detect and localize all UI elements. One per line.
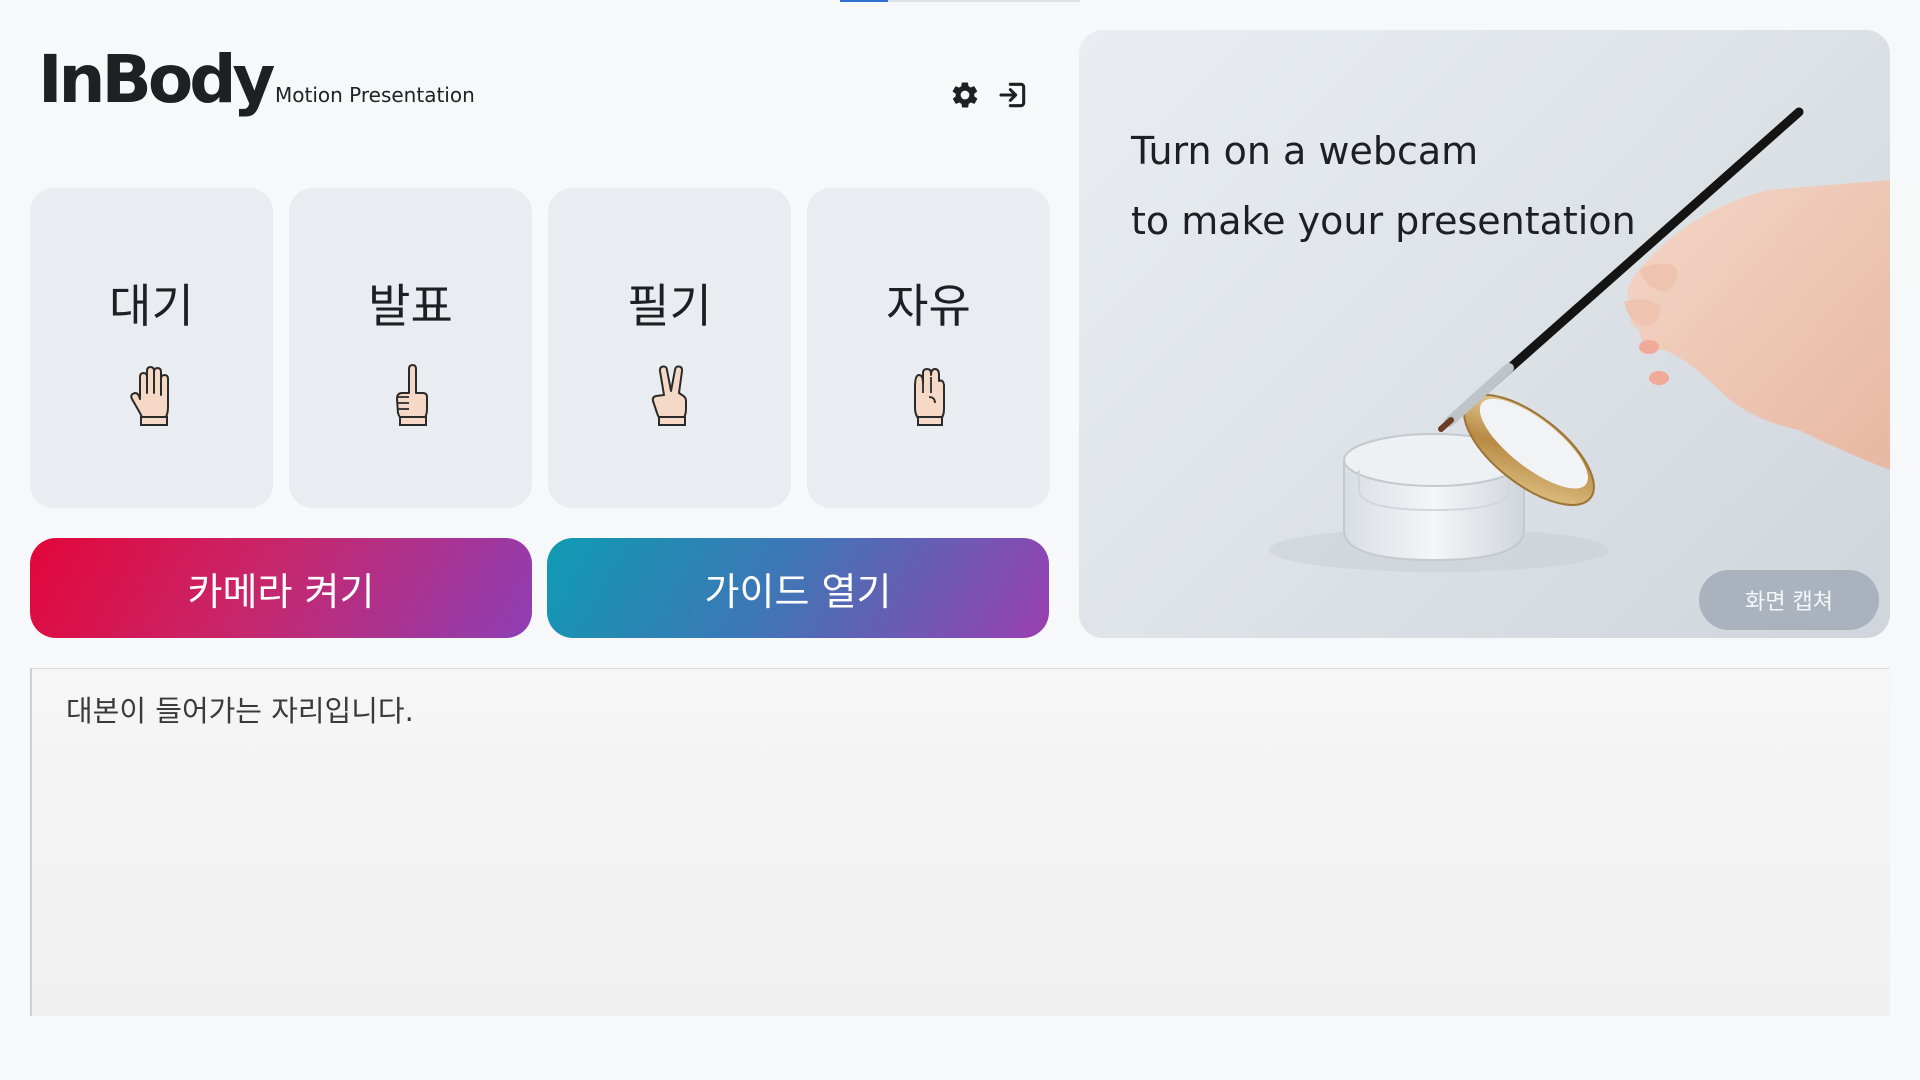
gear-icon — [952, 82, 978, 108]
mode-label: 필기 — [627, 279, 712, 333]
logout-button[interactable] — [996, 78, 1030, 112]
fist-hand-icon — [914, 368, 945, 426]
app-subtitle: Motion Presentation — [275, 83, 475, 107]
mode-card-free[interactable]: 자유 — [807, 188, 1050, 508]
mode-card-writing[interactable]: 필기 — [548, 188, 791, 508]
preview-message-line2: to make your presentation — [1131, 199, 1636, 243]
camera-on-button[interactable]: 카메라 켜기 — [30, 538, 532, 638]
inbody-logo: InBody — [38, 41, 275, 118]
pointing-finger-icon — [396, 364, 428, 426]
sign-in-arrow-icon — [999, 82, 1026, 108]
preview-message-line1: Turn on a webcam — [1131, 129, 1479, 173]
open-hand-icon — [130, 366, 169, 426]
settings-button[interactable] — [948, 78, 982, 112]
mode-card-presentation[interactable]: 발표 — [289, 188, 532, 508]
mode-label: 대기 — [109, 279, 194, 333]
victory-hand-icon — [651, 365, 687, 426]
mode-label: 발표 — [368, 279, 453, 333]
mode-cards: 대기 발표 필기 자유 — [30, 188, 1050, 508]
mode-card-standby[interactable]: 대기 — [30, 188, 273, 508]
script-placeholder: 대본이 들어가는 자리입니다. — [66, 694, 414, 728]
header: InBody Motion Presentation — [38, 40, 1036, 150]
top-progress-active — [840, 0, 888, 2]
mode-label: 자유 — [886, 279, 971, 333]
product-photo — [1269, 107, 1890, 572]
top-progress-indicator — [840, 0, 1080, 2]
screen-capture-button[interactable]: 화면 캡쳐 — [1699, 570, 1879, 630]
script-textarea[interactable]: 대본이 들어가는 자리입니다. — [30, 668, 1890, 1016]
open-guide-button[interactable]: 가이드 열기 — [547, 538, 1049, 638]
webcam-preview: Turn on a webcam to make your presentati… — [1079, 30, 1890, 638]
